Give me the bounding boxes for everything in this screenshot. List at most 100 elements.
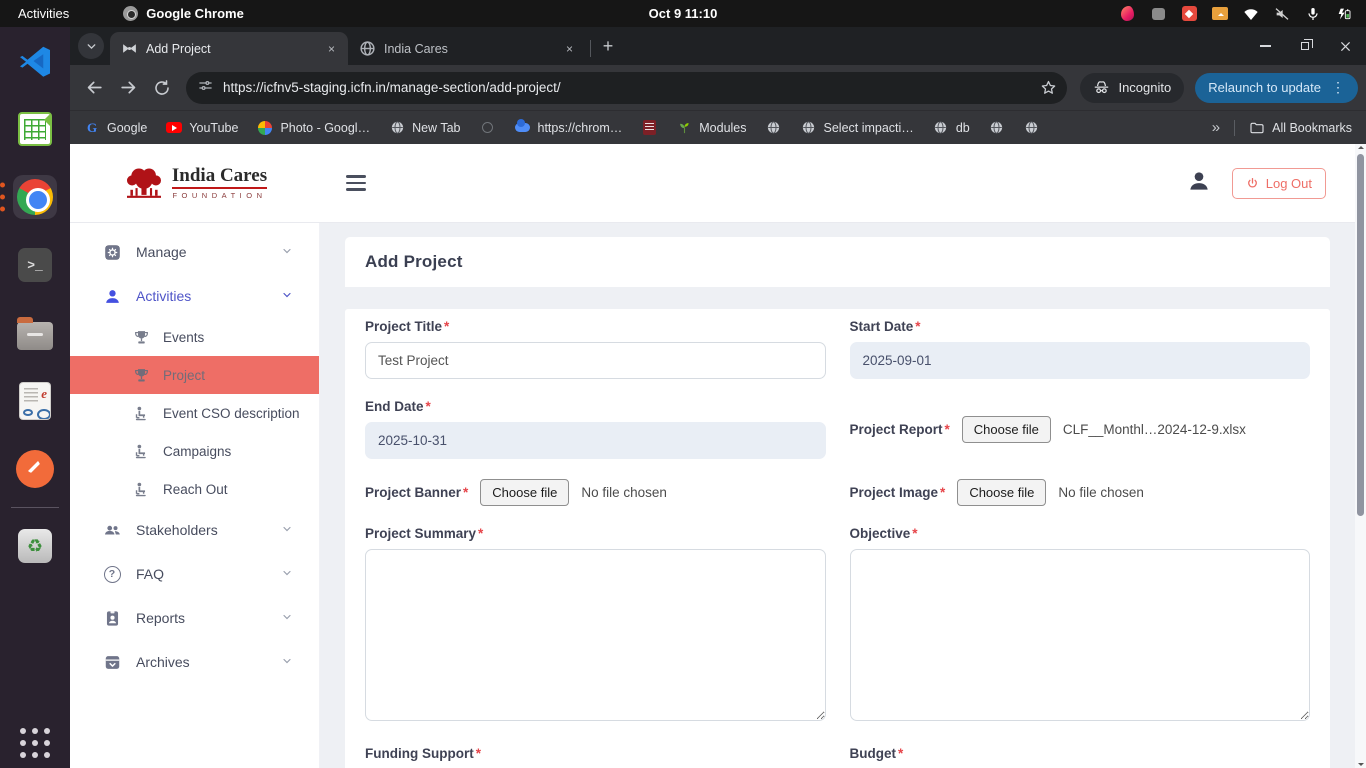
scroll-down-arrow[interactable] <box>1358 763 1364 766</box>
tab-favicon-globe-icon <box>358 40 376 58</box>
sidebar-item-faq[interactable]: ? FAQ <box>70 552 319 596</box>
tab-close-icon[interactable]: × <box>323 40 340 57</box>
objective-field: Objective* <box>850 526 1311 726</box>
app-indicator-icon[interactable] <box>1119 6 1135 22</box>
project-image-choose-file-button[interactable]: Choose file <box>957 479 1046 506</box>
plant-icon <box>676 120 692 136</box>
chevron-down-icon <box>281 566 293 582</box>
minimize-button[interactable] <box>1258 39 1272 53</box>
project-summary-textarea[interactable] <box>365 549 826 721</box>
sidebar-item-project[interactable]: Project <box>70 356 319 394</box>
bookmarks-overflow-button[interactable]: » <box>1212 119 1220 136</box>
chrome-mono-icon <box>123 6 138 21</box>
dock-document-viewer-icon[interactable]: e <box>13 379 57 423</box>
project-banner-choose-file-button[interactable]: Choose file <box>480 479 569 506</box>
reload-button[interactable] <box>146 72 178 104</box>
bookmark-select-impact[interactable]: Select impacti… <box>801 120 914 136</box>
site-logo[interactable]: India Cares Foundation <box>70 166 320 201</box>
bookmark-unnamed[interactable] <box>480 120 496 136</box>
tab-search-button[interactable] <box>78 33 104 59</box>
incognito-badge: Incognito <box>1080 73 1184 103</box>
bookmark-chrome-url[interactable]: https://chrom… <box>515 120 623 136</box>
project-report-choose-file-button[interactable]: Choose file <box>962 416 1051 443</box>
focused-app-menu[interactable]: Google Chrome <box>123 6 244 21</box>
scroll-up-arrow[interactable] <box>1358 146 1364 149</box>
bookmark-globe-only[interactable] <box>766 120 782 136</box>
sidebar-item-campaigns[interactable]: Campaigns <box>70 432 319 470</box>
screen-share-icon[interactable] <box>1212 6 1228 22</box>
bookmark-globe-only[interactable] <box>1024 120 1040 136</box>
add-project-form: Project Title* Start Date* End Date* <box>345 309 1330 768</box>
tab-close-icon[interactable]: × <box>561 40 578 57</box>
web-page: India Cares Foundation Log Out <box>70 144 1366 768</box>
bookmark-new-tab[interactable]: New Tab <box>389 120 460 136</box>
forward-button[interactable] <box>112 72 144 104</box>
dock-postman-icon[interactable] <box>13 447 57 491</box>
dock-libreoffice-calc-icon[interactable] <box>13 107 57 151</box>
sidebar-toggle-button[interactable] <box>346 175 366 191</box>
logout-button[interactable]: Log Out <box>1232 168 1326 199</box>
seated-person-icon <box>132 442 150 460</box>
dock-chrome-icon[interactable] <box>13 175 57 219</box>
bookmark-google-photos[interactable]: Photo - Googl… <box>257 120 370 136</box>
url-bar[interactable]: https://icfnv5-staging.icfn.in/manage-se… <box>186 72 1067 104</box>
microphone-icon[interactable] <box>1305 6 1321 22</box>
objective-textarea[interactable] <box>850 549 1311 721</box>
browser-menu-icon[interactable]: ⋮ <box>1331 79 1345 96</box>
sidebar-item-stakeholders[interactable]: Stakeholders <box>70 508 319 552</box>
help-circle-icon: ? <box>102 564 122 584</box>
url-text[interactable]: https://icfnv5-staging.icfn.in/manage-se… <box>223 80 1025 95</box>
page-title-card: Add Project <box>345 237 1330 287</box>
profile-icon[interactable] <box>1186 168 1212 199</box>
back-button[interactable] <box>78 72 110 104</box>
dock-trash-icon[interactable]: ♻ <box>13 524 57 568</box>
bookmark-youtube[interactable]: YouTube <box>166 120 238 136</box>
bookmark-bajaj[interactable] <box>641 120 657 136</box>
bookmark-db[interactable]: db <box>933 120 970 136</box>
sidebar-item-event-cso-description[interactable]: Event CSO description <box>70 394 319 432</box>
clock[interactable]: Oct 9 11:10 <box>649 6 718 21</box>
battery-icon[interactable] <box>1336 6 1352 22</box>
activities-button[interactable]: Activities <box>0 6 87 21</box>
extension-indicator-icon[interactable] <box>1181 6 1197 22</box>
close-window-button[interactable] <box>1338 39 1352 53</box>
start-date-input[interactable] <box>850 342 1311 379</box>
bookmarks-bar: G Google YouTube Photo - Googl… New Tab <box>70 110 1366 144</box>
bookmark-google[interactable]: G Google <box>84 120 147 136</box>
sidebar-item-events[interactable]: Events <box>70 318 319 356</box>
start-date-field: Start Date* <box>850 319 1311 379</box>
dock-vscode-icon[interactable] <box>13 39 57 83</box>
page-title: Add Project <box>365 252 1310 272</box>
restore-button[interactable] <box>1298 39 1312 53</box>
wifi-icon[interactable] <box>1243 6 1259 22</box>
volume-muted-icon[interactable] <box>1274 6 1290 22</box>
dock-files-icon[interactable] <box>13 311 57 355</box>
page-scrollbar[interactable] <box>1355 144 1366 768</box>
all-bookmarks-button[interactable]: All Bookmarks <box>1249 120 1352 136</box>
bookmark-modules[interactable]: Modules <box>676 120 746 136</box>
chevron-down-icon <box>281 288 293 304</box>
relaunch-to-update-button[interactable]: Relaunch to update ⋮ <box>1195 73 1358 103</box>
sidebar-item-archives[interactable]: Archives <box>70 640 319 684</box>
chat-indicator-icon[interactable] <box>1150 6 1166 22</box>
sidebar-item-activities[interactable]: Activities <box>70 274 319 318</box>
bookmark-star-icon[interactable] <box>1035 75 1061 101</box>
browser-window: Add Project × India Cares × + <box>70 27 1366 768</box>
browser-toolbar: https://icfnv5-staging.icfn.in/manage-se… <box>70 65 1366 110</box>
bookmark-globe-only[interactable] <box>989 120 1005 136</box>
new-tab-button[interactable]: + <box>595 33 621 59</box>
site-info-icon[interactable] <box>198 78 213 98</box>
sidebar-item-manage[interactable]: Manage <box>70 230 319 274</box>
project-report-file-name: CLF__Monthl…2024-12-9.xlsx <box>1063 422 1246 437</box>
dock-terminal-icon[interactable]: >_ <box>13 243 57 287</box>
system-top-bar: Activities Google Chrome Oct 9 11:10 <box>0 0 1366 27</box>
project-title-input[interactable] <box>365 342 826 379</box>
show-applications-button[interactable] <box>20 728 50 758</box>
sidebar-item-reach-out[interactable]: Reach Out <box>70 470 319 508</box>
scrollbar-thumb[interactable] <box>1357 154 1364 516</box>
sidebar-item-reports[interactable]: Reports <box>70 596 319 640</box>
power-icon <box>1246 177 1259 190</box>
tab-india-cares[interactable]: India Cares × <box>348 32 586 65</box>
tab-add-project[interactable]: Add Project × <box>110 32 348 65</box>
end-date-input[interactable] <box>365 422 826 459</box>
